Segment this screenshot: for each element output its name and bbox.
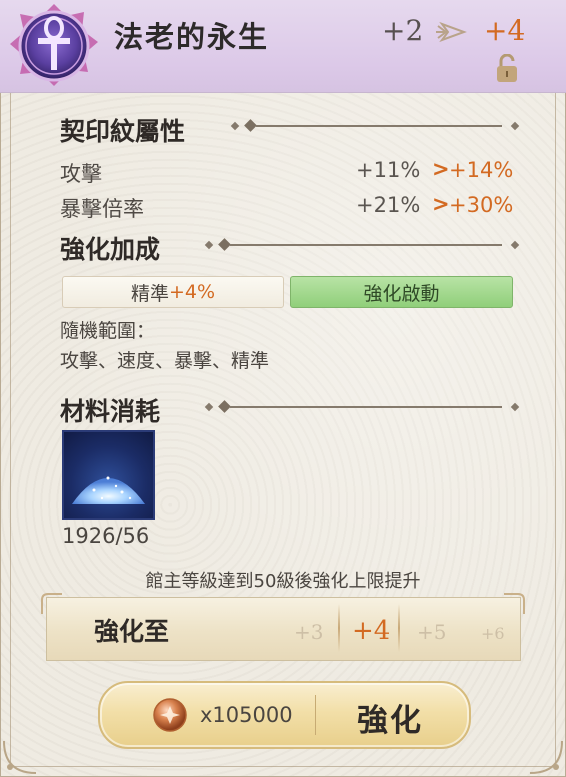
materials-title: 材料消耗 [60,397,161,426]
crystal-dust-icon [72,476,145,504]
enhance-activate-button[interactable]: 強化啟動 [290,276,513,308]
corner-ornament-icon [41,593,62,614]
stat-current: +11% [356,158,421,182]
section-divider [230,244,502,246]
enhance-button-label: 強化 [357,703,423,739]
lock-open-icon[interactable] [495,54,519,84]
upgrade-to-label: 強化至 [94,617,170,646]
bonus-label: 精準 [130,282,169,305]
upgrade-option[interactable]: +6 [481,624,505,643]
stat-arrow: > [432,192,450,216]
random-range-list: 攻擊、速度、暴擊、精準 [60,350,270,372]
next-level: +4 [484,14,526,47]
coin-icon [153,698,187,732]
enhance-activate-label: 強化啟動 [363,282,440,305]
stat-name: 攻擊 [60,162,102,186]
corner-ornament-icon [504,593,525,614]
bonus-title: 強化加成 [60,235,161,264]
upgrade-option-selected[interactable]: +4 [352,616,390,646]
stat-next: +30% [449,193,514,217]
upgrade-option[interactable]: +5 [417,620,446,644]
level-cap-notice: 館主等級達到50級後強化上限提升 [145,571,421,592]
option-separator [338,604,340,652]
stat-next: +14% [449,158,514,182]
button-separator [315,695,316,735]
material-item-slot[interactable] [62,430,155,520]
current-level: +2 [382,14,424,47]
section-divider [230,406,502,408]
item-title: 法老的永生 [114,20,270,54]
material-count: 1926/56 [62,524,150,548]
corner-ornament-icon [3,740,37,774]
attributes-title: 契印紋屬性 [60,117,186,146]
random-range-title: 隨機範圍： [60,320,156,342]
enhance-cost: x105000 [200,703,293,727]
section-divider [256,125,502,127]
corner-ornament-icon [529,740,563,774]
ankh-icon [10,4,98,86]
bonus-value: +4% [168,281,216,303]
stat-name: 暴擊倍率 [60,197,144,221]
stat-current: +21% [356,193,421,217]
stat-arrow: > [432,157,450,181]
accuracy-bonus: 精準 +4% [62,276,284,308]
upgrade-option[interactable]: +3 [294,620,323,644]
arrow-right-icon [436,21,467,43]
option-separator [398,604,400,652]
